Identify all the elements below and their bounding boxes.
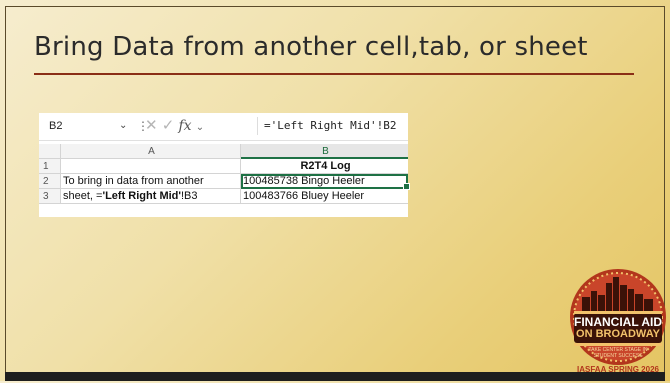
insert-function-icon[interactable]: fx [179, 118, 192, 134]
row-header[interactable]: 3 [39, 189, 61, 204]
column-header-b[interactable]: B [241, 144, 408, 159]
excel-screenshot: B2 ⌄ ⋮ ✕ ✓ fx ⌄ ='Left Right Mid'!B2 A B… [39, 113, 410, 217]
slide-title: Bring Data from another cell,tab, or she… [34, 32, 588, 62]
column-header-row: A B [39, 144, 408, 159]
cell-a2[interactable]: To bring in data from another [61, 174, 241, 189]
fx-chevron-down-icon[interactable]: ⌄ [196, 122, 204, 133]
cell-b2[interactable]: 100485738 Bingo Heeler [241, 174, 410, 190]
row-header[interactable]: 2 [39, 174, 61, 189]
confirm-check-icon[interactable]: ✓ [162, 117, 175, 134]
badge-tagline-2: STUDENT SUCCESS [593, 353, 643, 359]
cell-a1[interactable] [61, 159, 241, 174]
cell-a3-prefix: sheet, = [63, 190, 103, 202]
formula-controls: ✕ ✓ fx ⌄ [145, 116, 204, 136]
badge-line-1: FINANCIAL AID [574, 315, 662, 329]
title-divider [34, 73, 634, 75]
table-row: 2 To bring in data from another 10048573… [39, 174, 410, 190]
cell-a3[interactable]: sheet, ='Left Right Mid'!B3 [61, 189, 241, 204]
cell-b1[interactable]: R2T4 Log [241, 159, 408, 174]
cell-a3-bold: 'Left Right Mid' [102, 190, 181, 202]
badge-line-2: ON BROADWAY [576, 328, 660, 340]
badge-footer: IASFAA SPRING 2026 [577, 365, 659, 374]
chevron-down-icon[interactable]: ⌄ [119, 117, 127, 135]
table-row: 1 R2T4 Log [39, 159, 408, 174]
name-box[interactable]: B2 [43, 117, 129, 135]
formula-bar: B2 ⌄ ⋮ ✕ ✓ fx ⌄ ='Left Right Mid'!B2 [39, 113, 408, 141]
cell-b3[interactable]: 100483766 Bluey Heeler [241, 189, 408, 204]
select-all-corner[interactable] [39, 144, 61, 159]
cancel-x-icon[interactable]: ✕ [145, 117, 158, 134]
slide-bottom-bar [5, 372, 665, 381]
cell-a3-suffix: !B3 [181, 190, 198, 202]
formula-input[interactable]: ='Left Right Mid'!B2 [257, 117, 407, 135]
conference-logo: FINANCIAL AID ON BROADWAY TAKE CENTER ST… [568, 267, 668, 379]
table-row: 3 sheet, ='Left Right Mid'!B3 100483766 … [39, 189, 408, 204]
row-header[interactable]: 1 [39, 159, 61, 174]
column-header-a[interactable]: A [61, 144, 241, 159]
cell-b2-value: 100485738 Bingo Heeler [243, 175, 365, 187]
